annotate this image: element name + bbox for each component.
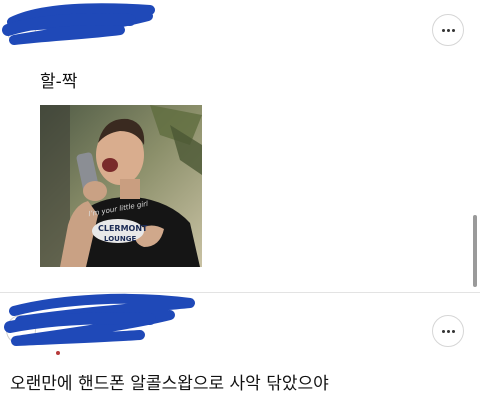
redaction-scribble <box>4 293 195 355</box>
post: 오랜만에 핸드폰 알콜스왑으로 사악 닦았으야 <box>0 293 480 412</box>
more-horizontal-icon <box>441 329 455 333</box>
shirt-badge-text: CLERMONT <box>98 224 148 233</box>
post-image[interactable]: I’m your little girl CLERMONT LOUNGE <box>40 105 202 267</box>
post-text: 할-짝 <box>40 72 78 92</box>
redaction-scribble <box>2 3 155 45</box>
scrollbar-thumb[interactable] <box>473 215 477 287</box>
post-text: 오랜만에 핸드폰 알콜스왑으로 사악 닦았으야 <box>10 374 329 394</box>
shirt-badge-sub: LOUNGE <box>104 235 137 243</box>
more-options-button[interactable] <box>432 14 464 46</box>
more-options-button[interactable] <box>432 315 464 347</box>
post: 할-짝 I’m your little girl CLERMONT LOUNGE <box>0 0 480 292</box>
more-horizontal-icon <box>441 28 455 32</box>
